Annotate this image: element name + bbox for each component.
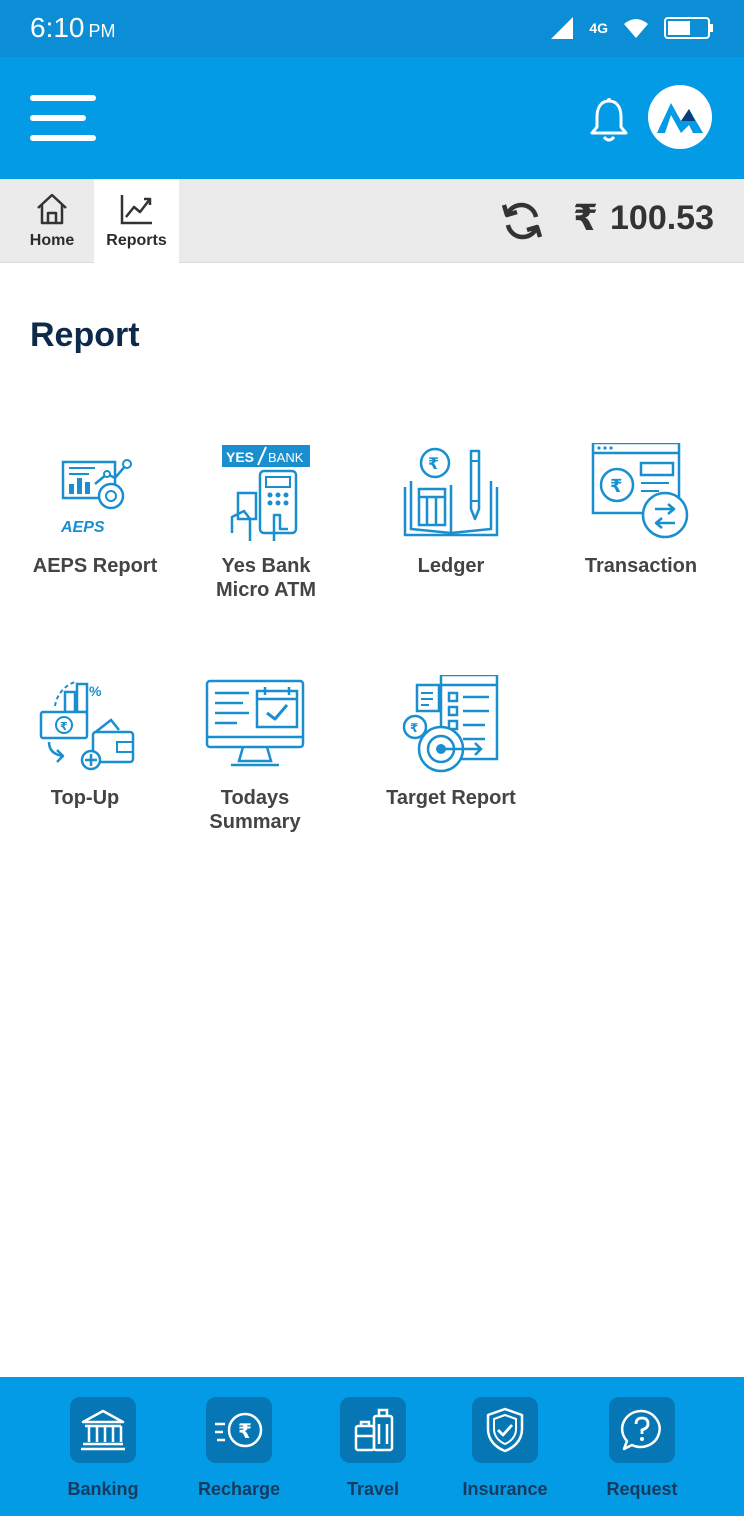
- bottom-nav: Banking ₹ Recharge Travel Insurance Requ…: [0, 1377, 744, 1516]
- top-up-wallet-icon: % ₹: [30, 670, 140, 780]
- svg-text:BANK: BANK: [268, 450, 304, 465]
- tab-home[interactable]: Home: [10, 179, 94, 263]
- refresh-balance-icon[interactable]: [500, 199, 544, 243]
- report-item-label: Top-Up: [50, 787, 120, 809]
- report-item-label: AEPS Report: [32, 555, 158, 577]
- nav-travel[interactable]: Travel: [308, 1397, 438, 1500]
- trending-chart-icon: [120, 195, 152, 225]
- svg-text:₹: ₹: [428, 454, 439, 473]
- question-bubble-icon: [609, 1397, 675, 1463]
- network-type-label: 4G: [589, 20, 608, 36]
- hamburger-menu-icon[interactable]: [30, 95, 96, 143]
- bank-icon: [70, 1397, 136, 1463]
- report-item-label: Transaction: [584, 555, 698, 577]
- report-item-label: Yes Bank Micro ATM: [216, 555, 316, 601]
- app-bar: [0, 57, 744, 179]
- nav-request[interactable]: Request: [577, 1397, 707, 1500]
- wallet-balance-value: 100.53: [610, 198, 714, 237]
- battery-icon: [664, 17, 713, 39]
- nav-recharge[interactable]: ₹ Recharge: [174, 1397, 304, 1500]
- report-item-label: Ledger: [417, 555, 485, 577]
- svg-text:₹: ₹: [238, 1419, 252, 1443]
- status-icons: 4G: [549, 15, 714, 41]
- brand-logo[interactable]: [648, 85, 712, 149]
- report-item-target-report[interactable]: ₹ Target Report: [366, 670, 536, 810]
- reports-screen: 6:10 PM 4G Home Reports ₹ 100.53 Report …: [0, 0, 744, 1516]
- tab-home-label: Home: [29, 232, 75, 249]
- nav-banking-label: Banking: [67, 1479, 139, 1499]
- currency-symbol: ₹: [572, 197, 598, 238]
- brand-logo-icon: [657, 103, 703, 133]
- luggage-icon: [340, 1397, 406, 1463]
- notification-bell-icon[interactable]: [588, 97, 630, 143]
- aeps-report-icon: AEPS: [40, 438, 150, 548]
- svg-text:%: %: [89, 683, 102, 699]
- ledger-book-icon: ₹: [396, 438, 506, 548]
- nav-request-label: Request: [606, 1479, 678, 1499]
- status-bar: 6:10 PM 4G: [0, 0, 744, 57]
- tab-reports-label: Reports: [106, 232, 167, 249]
- signal-icon: [551, 17, 574, 39]
- tab-strip: Home Reports ₹ 100.53: [0, 179, 744, 263]
- summary-monitor-calendar-icon: [200, 670, 310, 780]
- nav-insurance-label: Insurance: [462, 1479, 548, 1499]
- yes-bank-micro-atm-icon: YES BANK: [211, 438, 321, 548]
- page-title: Report: [30, 316, 140, 354]
- shield-check-icon: [472, 1397, 538, 1463]
- report-item-todays-summary[interactable]: Todays Summary: [170, 670, 340, 834]
- rupee-speed-icon: ₹: [206, 1397, 272, 1463]
- svg-text:₹: ₹: [610, 476, 623, 497]
- svg-text:AEPS: AEPS: [60, 519, 105, 536]
- report-item-label: Target Report: [386, 787, 516, 809]
- wallet-balance: ₹ 100.53: [573, 197, 714, 239]
- report-item-aeps[interactable]: AEPS AEPS Report: [10, 438, 180, 578]
- nav-recharge-label: Recharge: [197, 1479, 281, 1499]
- report-item-ledger[interactable]: ₹ Ledger: [366, 438, 536, 578]
- report-item-yes-bank-micro-atm[interactable]: YES BANK Yes Bank Micro ATM: [181, 438, 351, 602]
- wifi-icon: [624, 19, 648, 38]
- svg-text:₹: ₹: [410, 721, 418, 735]
- nav-travel-label: Travel: [346, 1479, 400, 1499]
- transaction-icon: ₹: [586, 438, 696, 548]
- tab-reports[interactable]: Reports: [94, 179, 179, 263]
- svg-text:₹: ₹: [60, 720, 68, 733]
- nav-banking[interactable]: Banking: [38, 1397, 168, 1500]
- nav-insurance[interactable]: Insurance: [440, 1397, 570, 1500]
- home-icon: [37, 193, 67, 225]
- target-report-icon: ₹: [396, 670, 506, 780]
- report-item-transaction[interactable]: ₹ Transaction: [556, 438, 726, 578]
- report-item-top-up[interactable]: % ₹ Top-Up: [0, 670, 170, 810]
- report-item-label: Todays Summary: [209, 787, 301, 833]
- svg-text:YES: YES: [226, 449, 254, 465]
- status-time: 6:10 PM: [30, 12, 116, 43]
